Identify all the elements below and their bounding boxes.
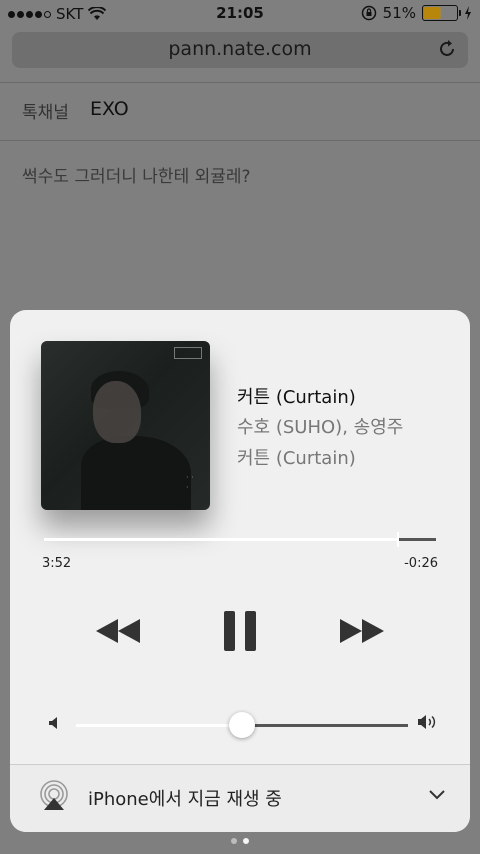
progress-played [44, 538, 397, 541]
volume-max-icon [418, 715, 436, 729]
charging-bolt-icon [465, 6, 471, 20]
progress-knob[interactable] [396, 532, 399, 547]
elapsed-time: 3:52 [42, 556, 72, 571]
volume-slider[interactable] [76, 712, 408, 738]
progress-bar[interactable] [44, 532, 436, 547]
song-album: 커튼 (Curtain) [237, 448, 356, 469]
reload-icon[interactable] [436, 38, 458, 60]
song-title: 커튼 (Curtain) [237, 387, 356, 408]
channel-link[interactable]: EXO [90, 98, 129, 120]
airplay-icon [40, 780, 68, 810]
airplay-row[interactable]: iPhone에서 지금 재생 중 [10, 764, 470, 832]
volume-thumb[interactable] [229, 712, 255, 738]
volume-level [76, 724, 242, 727]
page-dot-active [243, 838, 249, 844]
page-indicator[interactable] [0, 838, 480, 844]
page-dot [231, 838, 237, 844]
battery-icon [422, 5, 461, 21]
channel-label: 톡채널 [22, 103, 69, 123]
url-text: pann.nate.com [168, 38, 312, 60]
airplay-status: iPhone에서 지금 재생 중 [88, 789, 282, 810]
rewind-icon[interactable] [88, 606, 148, 656]
volume-min-icon [49, 717, 57, 729]
pause-icon[interactable] [210, 606, 270, 656]
chevron-down-icon[interactable] [428, 789, 446, 801]
album-art: · · · [41, 341, 210, 510]
now-playing-card: · · · 커튼 (Curtain) 수호 (SUHO), 송영주 커튼 (Cu… [10, 310, 470, 832]
battery-percent: 51% [382, 4, 416, 22]
post-title: 썩수도 그러더니 나한테 외귤레? [22, 167, 251, 187]
divider [0, 140, 480, 141]
divider [0, 82, 480, 83]
orientation-lock-icon [361, 5, 376, 21]
battery-area: 51% [361, 4, 472, 22]
fast-forward-icon[interactable] [332, 606, 392, 656]
remaining-time: -0:26 [404, 556, 438, 571]
address-bar[interactable]: pann.nate.com [12, 32, 468, 68]
song-artist: 수호 (SUHO), 송영주 [237, 417, 404, 438]
status-bar: SKT 21:05 51% [0, 0, 480, 28]
